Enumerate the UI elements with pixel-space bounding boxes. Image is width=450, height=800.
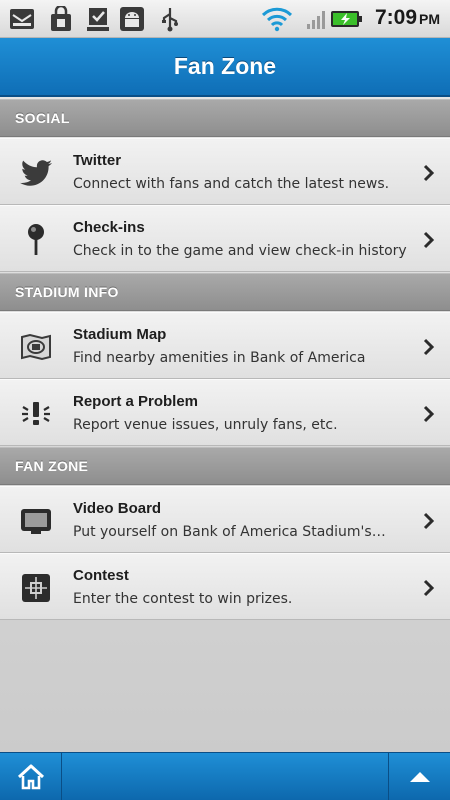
list-item-stadium-map[interactable]: Stadium Map Find nearby amenities in Ban…: [0, 312, 450, 379]
shopping-bag-icon: [47, 5, 75, 33]
item-title: Twitter: [73, 152, 122, 169]
item-title: Stadium Map: [73, 326, 167, 343]
list-item-video-board[interactable]: Video Board Put yourself on Bank of Amer…: [0, 486, 450, 553]
item-title: Check-ins: [73, 219, 145, 236]
chevron-right-icon: [423, 231, 435, 249]
item-subtitle: Report venue issues, unruly fans, etc.: [73, 417, 338, 433]
alert-exclamation-icon: [16, 397, 56, 431]
chevron-right-icon: [423, 338, 435, 356]
item-subtitle: Enter the contest to win prizes.: [73, 591, 293, 607]
bottom-nav-bar: [0, 752, 450, 800]
home-button[interactable]: [0, 753, 62, 800]
stadium-map-icon: [16, 330, 56, 364]
usb-icon: [156, 5, 184, 33]
chevron-right-icon: [423, 512, 435, 530]
clock: 7:09 PM: [375, 6, 440, 30]
wifi-icon: [260, 5, 294, 33]
list-item-report-a-problem[interactable]: Report a Problem Report venue issues, un…: [0, 379, 450, 446]
item-title: Report a Problem: [73, 393, 199, 410]
battery-charging-icon: [330, 5, 364, 33]
item-subtitle: Find nearby amenities in Bank of America: [73, 350, 366, 366]
title-bar: Fan Zone: [0, 38, 450, 97]
mail-notification-icon: [8, 5, 36, 33]
scroll-up-button[interactable]: [388, 753, 450, 800]
video-board-icon: [16, 504, 56, 538]
list-item-check-ins[interactable]: Check-ins Check in to the game and view …: [0, 205, 450, 272]
section-label: SOCIAL: [15, 110, 70, 126]
contest-crosshair-icon: [16, 571, 56, 605]
clock-time: 7:09: [374, 6, 417, 29]
section-header-social: SOCIAL: [0, 99, 450, 137]
up-arrow-icon: [409, 772, 430, 782]
list-item-twitter[interactable]: Twitter Connect with fans and catch the …: [0, 138, 450, 205]
section-header-stadium-info: STADIUM INFO: [0, 273, 450, 311]
signal-icon: [303, 5, 331, 33]
page-title: Fan Zone: [173, 53, 277, 79]
item-subtitle: Check in to the game and view check-in h…: [73, 243, 407, 259]
twitter-bird-icon: [16, 156, 56, 190]
status-bar: 7:09 PM: [0, 0, 450, 38]
map-pin-icon: [16, 223, 56, 257]
list-item-contest[interactable]: Contest Enter the contest to win prizes.: [0, 553, 450, 620]
chevron-right-icon: [423, 164, 435, 182]
android-icon: [118, 5, 146, 33]
item-title: Contest: [73, 567, 129, 584]
item-title: Video Board: [73, 500, 162, 517]
chevron-right-icon: [423, 579, 435, 597]
item-subtitle: Connect with fans and catch the latest n…: [73, 176, 390, 192]
chevron-right-icon: [423, 405, 435, 423]
clock-ampm: PM: [419, 11, 440, 27]
section-header-fan-zone: FAN ZONE: [0, 447, 450, 485]
download-done-icon: [84, 5, 112, 33]
home-icon: [17, 764, 44, 790]
section-label: STADIUM INFO: [15, 284, 119, 300]
section-label: FAN ZONE: [15, 458, 89, 474]
item-subtitle: Put yourself on Bank of America Stadium'…: [73, 524, 386, 540]
